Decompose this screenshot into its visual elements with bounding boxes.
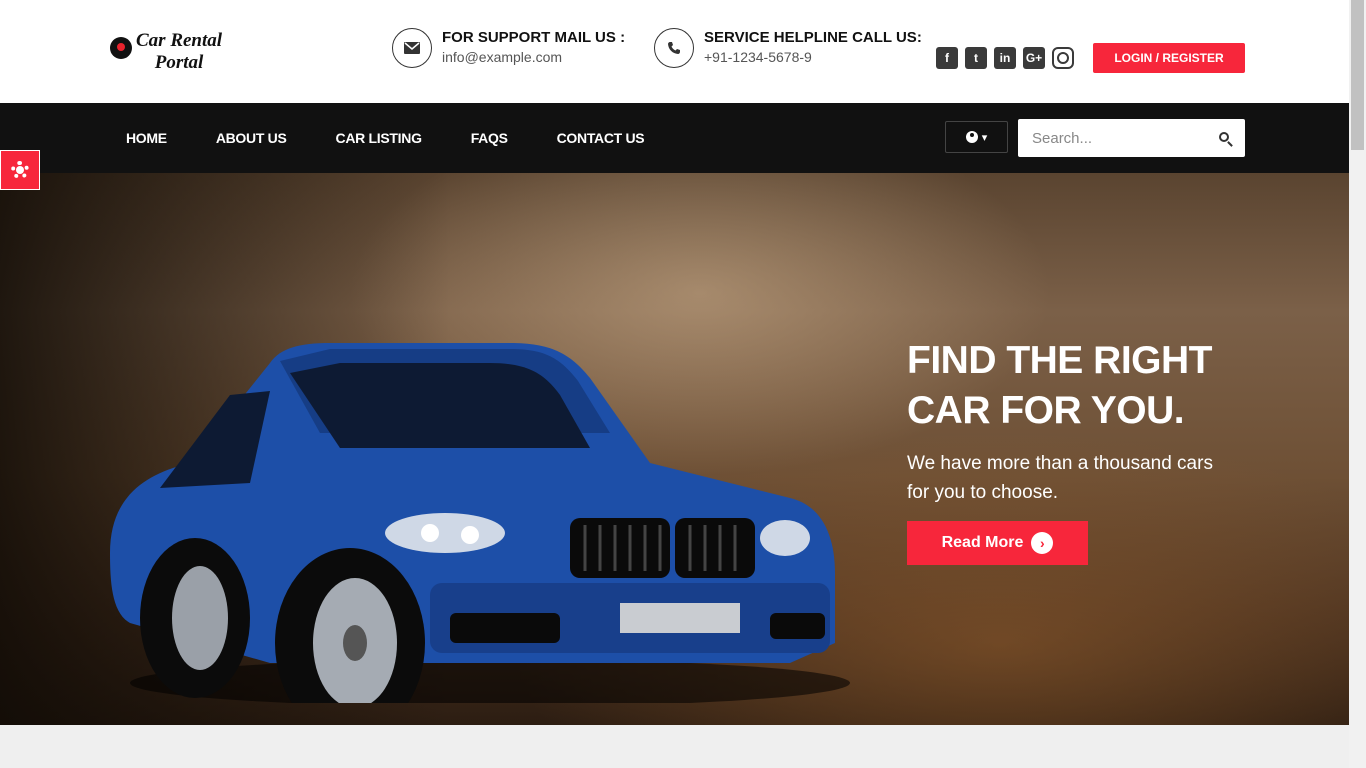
- scrollbar-thumb[interactable]: [1351, 0, 1364, 150]
- twitter-icon[interactable]: t: [965, 47, 987, 69]
- nav-menu: HOME ABOUT US CAR LISTING FAQS CONTACT U…: [126, 103, 645, 173]
- logo-line-1: Car Rental: [136, 30, 223, 51]
- search-input[interactable]: [1018, 129, 1208, 147]
- phone-icon: [654, 28, 694, 68]
- hero-banner: FIND THE RIGHT CAR FOR YOU. We have more…: [0, 173, 1349, 725]
- nav-item-car-listing[interactable]: CAR LISTING: [336, 130, 422, 146]
- helpline-value[interactable]: +91-1234-5678-9: [704, 48, 922, 66]
- page-scrollbar[interactable]: [1349, 0, 1366, 768]
- user-menu-button[interactable]: ▾: [945, 121, 1008, 153]
- read-more-label: Read More: [941, 534, 1024, 551]
- google-plus-icon[interactable]: G+: [1023, 47, 1045, 69]
- support-mail-value[interactable]: info@example.com: [442, 48, 625, 66]
- top-header: Car Rental Portal FOR SUPPORT MAIL US : …: [0, 0, 1349, 103]
- logo-line-2: Portal: [154, 52, 204, 73]
- linkedin-icon[interactable]: in: [994, 47, 1016, 69]
- settings-toggle-button[interactable]: [0, 150, 40, 190]
- site-logo[interactable]: Car Rental Portal: [110, 30, 222, 74]
- instagram-icon[interactable]: [1052, 47, 1074, 69]
- social-links: f t in G+: [936, 47, 1074, 69]
- hero-subtitle: We have more than a thousand cars for yo…: [907, 453, 1213, 503]
- helpline-title: SERVICE HELPLINE CALL US:: [704, 29, 922, 46]
- user-circle-icon: [965, 131, 978, 143]
- nav-item-faqs[interactable]: FAQS: [471, 130, 508, 146]
- facebook-icon[interactable]: f: [936, 47, 958, 69]
- nav-item-about-us[interactable]: ABOUT US: [216, 130, 287, 146]
- nav-item-contact-us[interactable]: CONTACT US: [557, 130, 645, 146]
- support-mail-title: FOR SUPPORT MAIL US :: [442, 29, 626, 46]
- gear-icon: [11, 161, 29, 179]
- helpline-phone: SERVICE HELPLINE CALL US: +91-1234-5678-…: [654, 28, 922, 68]
- main-navbar: HOME ABOUT US CAR LISTING FAQS CONTACT U…: [0, 103, 1349, 173]
- nav-item-home[interactable]: HOME: [126, 130, 167, 146]
- hero-title: FIND THE RIGHT CAR FOR YOU.: [907, 339, 1212, 432]
- envelope-icon: [392, 28, 432, 68]
- logo-icon: [110, 37, 132, 59]
- chevron-down-icon: ▾: [981, 131, 988, 144]
- support-mail: FOR SUPPORT MAIL US : info@example.com: [392, 28, 625, 68]
- login-register-button[interactable]: LOGIN / REGISTER: [1093, 43, 1245, 73]
- chevron-right-icon: ›: [1031, 532, 1054, 554]
- next-section: [0, 725, 1349, 768]
- search-icon[interactable]: [1219, 132, 1229, 142]
- logo-text: Car Rental Portal: [136, 30, 222, 74]
- read-more-button[interactable]: Read More ›: [907, 521, 1088, 565]
- search-form: [1018, 119, 1245, 157]
- hero-car-image: [110, 343, 850, 703]
